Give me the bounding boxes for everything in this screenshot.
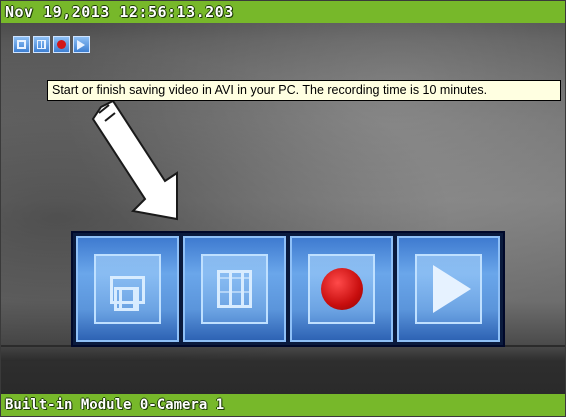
snapshot-button[interactable] xyxy=(13,36,30,53)
play-icon xyxy=(415,254,482,324)
grid-icon xyxy=(37,40,46,49)
record-icon xyxy=(57,40,66,49)
pointer-arrow xyxy=(91,101,178,221)
timestamp: Nov 19,2013 12:56:13.203 xyxy=(5,3,234,21)
video-toolbar xyxy=(13,36,90,53)
magnified-record-button[interactable] xyxy=(290,236,393,342)
top-status-bar: Nov 19,2013 12:56:13.203 xyxy=(1,1,565,23)
magnified-snapshot-button[interactable] xyxy=(76,236,179,342)
camera-view: Nov 19,2013 12:56:13.203 Start or finish… xyxy=(0,0,566,417)
camera-name: Built-in Module 0-Camera 1 xyxy=(5,397,225,413)
grid-icon xyxy=(201,254,268,324)
play-icon xyxy=(77,40,86,50)
grid-button[interactable] xyxy=(33,36,50,53)
record-tooltip: Start or finish saving video in AVI in y… xyxy=(47,80,561,101)
snapshot-icon xyxy=(94,254,161,324)
magnified-grid-button[interactable] xyxy=(183,236,286,342)
play-button[interactable] xyxy=(73,36,90,53)
magnified-play-button[interactable] xyxy=(397,236,500,342)
magnified-toolbar xyxy=(71,231,505,347)
record-button[interactable] xyxy=(53,36,70,53)
snapshot-icon xyxy=(17,40,26,49)
record-icon xyxy=(308,254,375,324)
bottom-status-bar: Built-in Module 0-Camera 1 xyxy=(1,394,565,416)
